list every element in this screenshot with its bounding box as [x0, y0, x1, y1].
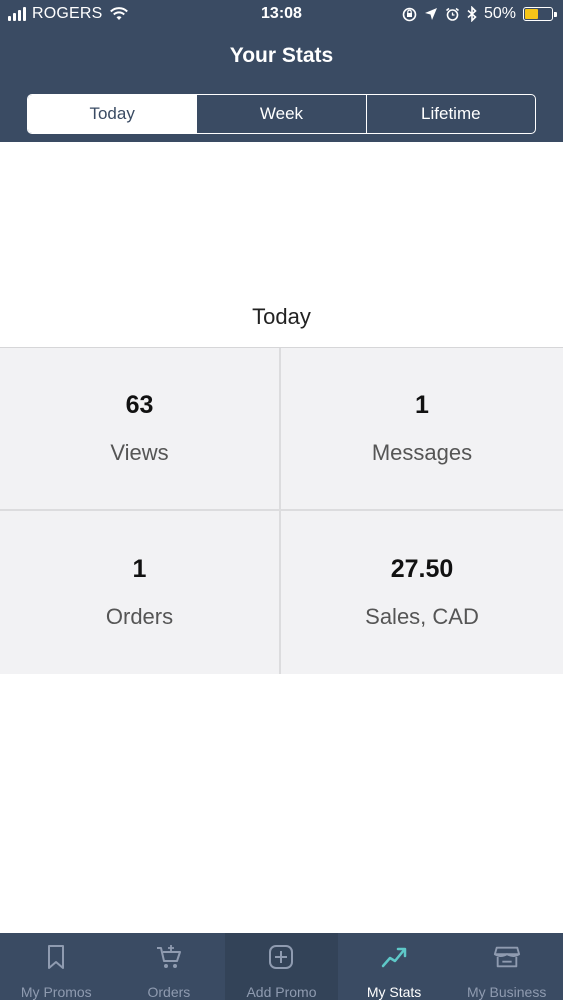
signal-icon	[8, 7, 26, 21]
tab-add-promo[interactable]: Add Promo	[225, 933, 338, 1000]
tab-label: My Stats	[366, 984, 422, 1000]
stat-value: 1	[132, 555, 147, 583]
location-arrow-icon	[424, 8, 437, 20]
period-heading: Today	[252, 304, 311, 329]
status-bar: ROGERS 13:08 50%	[0, 0, 563, 30]
stat-messages: 1 Messages	[281, 348, 563, 511]
stat-sales: 27.50 Sales, CAD	[281, 511, 563, 674]
stat-label: Orders	[105, 604, 174, 629]
segment-lifetime[interactable]: Lifetime	[367, 95, 535, 133]
header: ROGERS 13:08 50% Your Stats Today Week L…	[0, 0, 563, 142]
tab-my-business[interactable]: My Business	[450, 933, 563, 1000]
page-title: Your Stats	[229, 44, 334, 67]
tab-my-promos[interactable]: My Promos	[0, 933, 113, 1000]
bookmark-icon	[42, 943, 70, 970]
stat-value: 63	[125, 391, 154, 419]
status-right: 50%	[402, 5, 557, 23]
tab-bar: My Promos Orders Add Promo My Stats My B…	[0, 933, 563, 1000]
period-segmented-control: Today Week Lifetime	[27, 94, 536, 134]
stat-label: Views	[110, 440, 169, 465]
segment-week[interactable]: Week	[197, 95, 367, 133]
tab-my-stats[interactable]: My Stats	[338, 933, 451, 1000]
battery-fill	[525, 9, 538, 19]
status-left: ROGERS	[8, 5, 129, 23]
battery-icon	[523, 7, 557, 21]
stat-orders: 1 Orders	[0, 511, 281, 674]
carrier-name: ROGERS	[32, 5, 103, 22]
stat-label: Messages	[371, 440, 473, 465]
app-screen: ROGERS 13:08 50% Your Stats Today Week L…	[0, 0, 563, 1000]
tab-label: My Business	[466, 984, 547, 1000]
stat-label: Sales, CAD	[365, 604, 479, 629]
store-icon	[493, 943, 521, 970]
tab-label: My Promos	[20, 984, 92, 1000]
stat-value: 27.50	[390, 555, 454, 583]
stat-views: 63 Views	[0, 348, 281, 511]
tab-label: Orders	[147, 984, 191, 1000]
plus-square-icon	[267, 943, 295, 970]
tab-orders[interactable]: Orders	[113, 933, 226, 1000]
tab-label: Add Promo	[246, 984, 317, 1000]
cart-icon	[155, 943, 183, 970]
alarm-icon	[445, 7, 459, 21]
bluetooth-icon	[467, 6, 477, 22]
segment-today[interactable]: Today	[28, 95, 198, 133]
battery-percent: 50%	[483, 5, 516, 22]
stats-grid: 63 Views 1 Messages 1 Orders 27.50 Sales…	[0, 347, 563, 674]
wifi-icon	[109, 7, 128, 20]
stat-value: 1	[415, 391, 429, 419]
screen-rotation-lock-icon	[402, 7, 417, 21]
trend-up-icon	[380, 943, 408, 970]
